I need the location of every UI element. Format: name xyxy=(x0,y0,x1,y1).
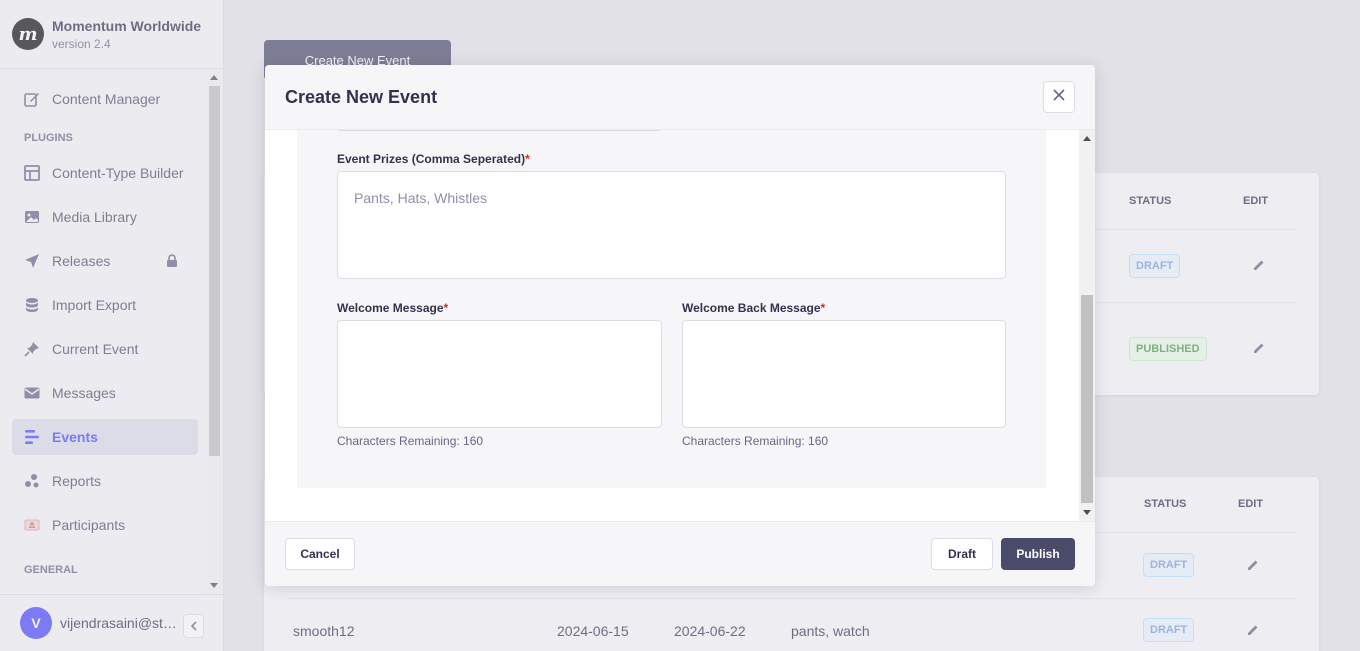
welcome-back-message-textarea[interactable] xyxy=(682,320,1006,428)
scroll-down-arrow-icon[interactable] xyxy=(1083,510,1091,515)
modal-header: Create New Event xyxy=(265,65,1095,130)
welcome-message-hint: Characters Remaining: 160 xyxy=(337,434,484,448)
draft-button[interactable]: Draft xyxy=(931,538,993,570)
modal-footer: Cancel Draft Publish xyxy=(265,521,1095,586)
modal-body: Event Prizes (Comma Seperated)* Pants, H… xyxy=(265,130,1095,521)
form-panel: Event Prizes (Comma Seperated)* Pants, H… xyxy=(297,130,1046,488)
prizes-textarea[interactable]: Pants, Hats, Whistles xyxy=(337,171,1006,279)
close-button[interactable] xyxy=(1043,81,1075,113)
field-border-remnant xyxy=(337,130,661,131)
modal-scrollbar[interactable] xyxy=(1079,130,1095,521)
scrollbar-thumb[interactable] xyxy=(1081,295,1093,503)
create-event-modal: Create New Event Event Prizes (Comma Sep… xyxy=(265,65,1095,586)
welcome-back-message-label: Welcome Back Message* xyxy=(682,301,826,315)
modal-title: Create New Event xyxy=(285,86,438,107)
prizes-label: Event Prizes (Comma Seperated)* xyxy=(337,152,530,166)
close-icon xyxy=(1053,88,1065,106)
welcome-message-textarea[interactable] xyxy=(337,320,662,428)
publish-button[interactable]: Publish xyxy=(1001,538,1075,570)
cancel-button[interactable]: Cancel xyxy=(285,538,355,570)
scroll-up-arrow-icon[interactable] xyxy=(1083,136,1091,141)
welcome-back-message-hint: Characters Remaining: 160 xyxy=(682,434,829,448)
welcome-message-label: Welcome Message* xyxy=(337,301,449,315)
